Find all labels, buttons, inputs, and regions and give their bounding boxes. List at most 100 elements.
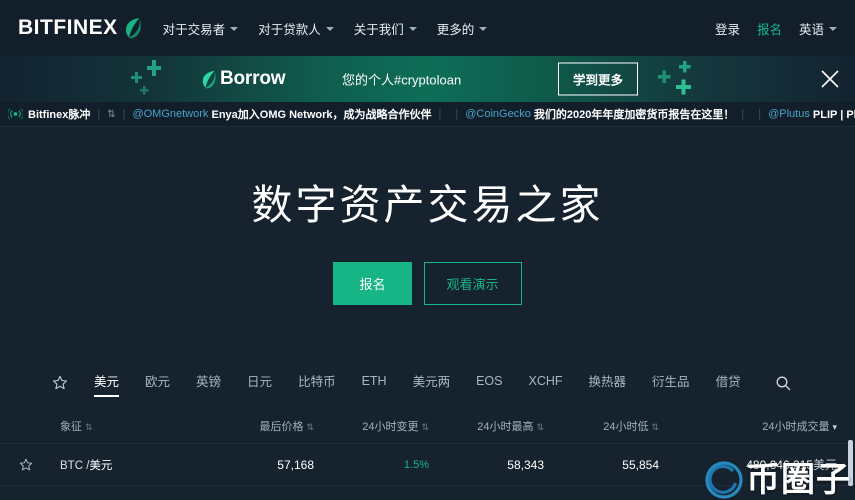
- vertical-scrollbar[interactable]: [848, 440, 853, 486]
- pulse-ticker[interactable]: Bitfinex脉冲 | ⇅ | @OMGnetwork Enya加入OMG N…: [0, 102, 855, 127]
- divider: |: [455, 108, 459, 120]
- row-24h-low-cell: 55,854: [562, 443, 677, 486]
- nav-item-label: 关于我们: [353, 22, 404, 37]
- ticker-headline[interactable]: Enya加入OMG Network，成为战略合作伙伴: [211, 106, 431, 122]
- chevron-down-icon: [829, 27, 837, 31]
- col-symbol-label: 象征: [60, 421, 82, 433]
- tab-usd[interactable]: 美元: [94, 367, 120, 399]
- tab-derivatives[interactable]: 衍生品: [652, 367, 690, 399]
- tab-lending[interactable]: 借贷: [716, 367, 741, 399]
- sort-icon: ⇅: [306, 422, 314, 432]
- col-favorite: [0, 410, 52, 444]
- star-icon[interactable]: [52, 375, 68, 391]
- sort-icon: ⇅: [651, 422, 659, 432]
- search-icon[interactable]: [775, 375, 791, 391]
- table-row[interactable]: ETH /美元 3,475.0 4.1% 3,542.0 3,281.0 247…: [0, 485, 855, 500]
- col-last-price-label: 最后价格: [259, 421, 304, 433]
- row-24h-high-cell: 58,343: [447, 443, 562, 486]
- row-24h-volume-cell: 480,646,215美元: [677, 443, 855, 486]
- col-24h-high-label: 24小时最高: [477, 421, 534, 433]
- sort-icon: ⇅: [85, 422, 93, 432]
- language-label: 英语: [798, 22, 824, 37]
- bitfinex-logo[interactable]: BITFINEX: [18, 16, 141, 40]
- divider: |: [122, 108, 126, 120]
- market-table-wrapper: 象征 ⇅ 最后价格 ⇅ 24小时变更 ⇅ 24小时最高 ⇅ 24小时低 ⇅ 24…: [0, 410, 855, 500]
- col-24h-volume-label: 24小时成交量: [762, 421, 830, 433]
- nav-item-about-us[interactable]: 关于我们: [354, 19, 417, 38]
- symbol-base: BTC /: [60, 459, 90, 472]
- col-24h-change-label: 24小时变更: [362, 421, 419, 433]
- row-24h-volume-cell: 247,698,723美元: [677, 485, 855, 500]
- row-24h-high-cell: 3,542.0: [447, 485, 562, 500]
- market-table-body: BTC /美元 57,168 1.5% 58,343 55,854 480,64…: [0, 443, 855, 500]
- chevron-down-icon: [325, 27, 334, 31]
- chevron-down-icon: [230, 27, 239, 31]
- ticker-headline[interactable]: 我们的2020年年度加密货币报告在这里！: [534, 106, 734, 122]
- tab-btc[interactable]: 比特币: [298, 367, 336, 399]
- ticker-handle[interactable]: @CoinGecko: [465, 108, 531, 120]
- login-button[interactable]: 登录: [715, 19, 740, 38]
- col-symbol[interactable]: 象征 ⇅: [52, 410, 202, 444]
- row-favorite-cell[interactable]: [0, 485, 52, 500]
- col-24h-change[interactable]: 24小时变更 ⇅: [332, 410, 447, 444]
- row-favorite-cell[interactable]: [0, 443, 52, 486]
- col-last-price[interactable]: 最后价格 ⇅: [202, 410, 332, 444]
- chevron-down-icon: [408, 27, 417, 31]
- row-24h-change-cell: 1.5%: [332, 443, 447, 486]
- row-24h-low-cell: 3,281.0: [562, 485, 677, 500]
- up-down-arrow-icon: ⇅: [107, 108, 116, 120]
- close-icon[interactable]: [819, 68, 841, 90]
- tab-exchanger[interactable]: 换热器: [589, 367, 627, 399]
- symbol-quote: 美元: [89, 459, 113, 472]
- market-table: 象征 ⇅ 最后价格 ⇅ 24小时变更 ⇅ 24小时最高 ⇅ 24小时低 ⇅ 24…: [0, 410, 855, 500]
- leaf-icon: [202, 70, 216, 88]
- divider: |: [758, 108, 762, 120]
- row-last-price-cell: 3,475.0: [202, 485, 332, 500]
- tab-eos[interactable]: EOS: [476, 370, 502, 397]
- chevron-down-icon: [479, 27, 488, 31]
- col-24h-low-label: 24小时低: [603, 421, 649, 433]
- col-24h-high[interactable]: 24小时最高 ⇅: [447, 410, 562, 444]
- nav-item-for-traders[interactable]: 对于交易者: [163, 19, 239, 38]
- row-symbol-cell: BTC /美元: [52, 443, 202, 486]
- sort-icon: ⇅: [421, 422, 429, 432]
- pulse-label: Bitfinex脉冲: [28, 109, 91, 121]
- col-24h-volume[interactable]: 24小时成交量 ▾: [677, 410, 855, 444]
- main-nav: 对于交易者 对于贷款人 关于我们 更多的: [163, 19, 488, 38]
- ticker-handle[interactable]: @Plutus: [768, 108, 810, 120]
- nav-item-more[interactable]: 更多的: [437, 19, 488, 38]
- ticker-handle[interactable]: @OMGnetwork: [132, 108, 208, 120]
- page-title: 数字资产交易之家: [251, 182, 604, 228]
- hero-watch-demo-button[interactable]: 观看演示: [423, 262, 522, 305]
- promo-banner: Borrow 您的个人#cryptoloan 学到更多: [0, 56, 855, 102]
- tab-jpy[interactable]: 日元: [247, 367, 272, 399]
- table-row[interactable]: BTC /美元 57,168 1.5% 58,343 55,854 480,64…: [0, 443, 855, 486]
- borrow-brand: Borrow: [200, 68, 286, 90]
- row-24h-change-cell: 4.1%: [332, 485, 447, 500]
- sort-icon: ⇅: [536, 422, 544, 432]
- tab-xchf[interactable]: XCHF: [529, 370, 563, 397]
- volume-value: 480,646,215: [746, 458, 813, 472]
- tab-eth[interactable]: ETH: [362, 370, 387, 397]
- star-icon[interactable]: [19, 458, 33, 472]
- col-24h-low[interactable]: 24小时低 ⇅: [562, 410, 677, 444]
- nav-item-label: 对于贷款人: [258, 22, 321, 37]
- divider: |: [438, 108, 442, 120]
- tab-ust[interactable]: 美元两: [413, 367, 451, 399]
- leaf-icon: [125, 18, 141, 39]
- tab-gbp[interactable]: 英镑: [196, 367, 221, 399]
- volume-unit: 美元: [812, 458, 837, 472]
- hero-actions: 报名 观看演示: [0, 262, 855, 305]
- divider: |: [741, 108, 745, 120]
- nav-item-for-lenders[interactable]: 对于贷款人: [258, 19, 334, 38]
- nav-item-label: 对于交易者: [162, 22, 226, 37]
- learn-more-button[interactable]: 学到更多: [558, 62, 639, 96]
- plus-sparkle-icon: [658, 61, 691, 95]
- hero-signup-button[interactable]: 报名: [333, 262, 412, 305]
- tab-eur[interactable]: 欧元: [145, 367, 170, 399]
- ticker-headline[interactable]: PLIP | Pluton流动: [813, 106, 855, 122]
- market-tabs: 美元 欧元 英镑 日元 比特币 ETH 美元两 EOS XCHF 换热器 衍生品…: [0, 362, 855, 404]
- signup-button[interactable]: 报名: [757, 19, 782, 38]
- language-selector[interactable]: 英语: [799, 19, 837, 38]
- promo-tagline: 您的个人#cryptoloan: [342, 72, 462, 88]
